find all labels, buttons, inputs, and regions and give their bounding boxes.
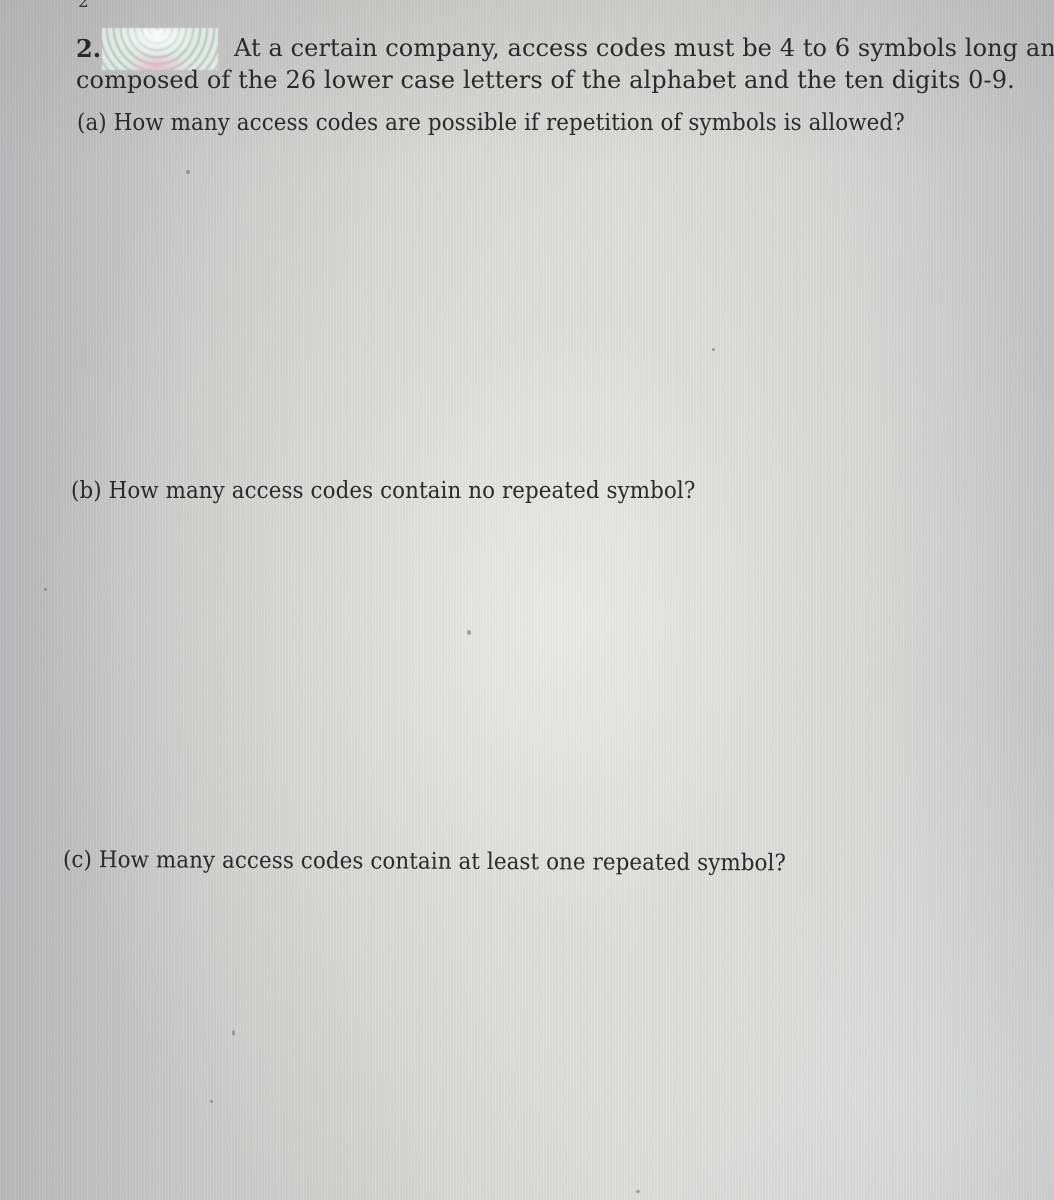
problem-intro-line-1: 2. At a certain company, access codes mu… [76,34,1054,63]
dust-speck [210,1100,213,1103]
dust-speck [44,588,47,591]
question-b-text: How many access codes contain no repeate… [108,478,696,504]
screen-texture [0,0,1054,1200]
dust-speck [712,348,715,351]
question-c: (c) How many access codes contain at lea… [63,847,786,876]
question-b: (b) How many access codes contain no rep… [71,478,695,504]
page-number: 2 [78,0,89,12]
dust-speck [186,170,190,174]
problem-number: 2. [76,34,102,63]
question-a: (a) How many access codes are possible i… [77,110,905,136]
dust-speck [636,1190,640,1193]
dust-speck [467,630,471,635]
problem-intro-text-1: At a certain company, access codes must … [234,34,1054,62]
redacted-region [102,28,218,70]
dust-speck [232,1030,235,1036]
question-a-label: (a) [77,110,107,136]
problem-intro-line-2: composed of the 26 lower case letters of… [76,66,1015,94]
question-b-label: (b) [71,478,102,504]
question-c-label: (c) [62,847,93,874]
question-a-text: How many access codes are possible if re… [113,110,905,136]
question-c-text: How many access codes contain at least o… [98,847,787,877]
